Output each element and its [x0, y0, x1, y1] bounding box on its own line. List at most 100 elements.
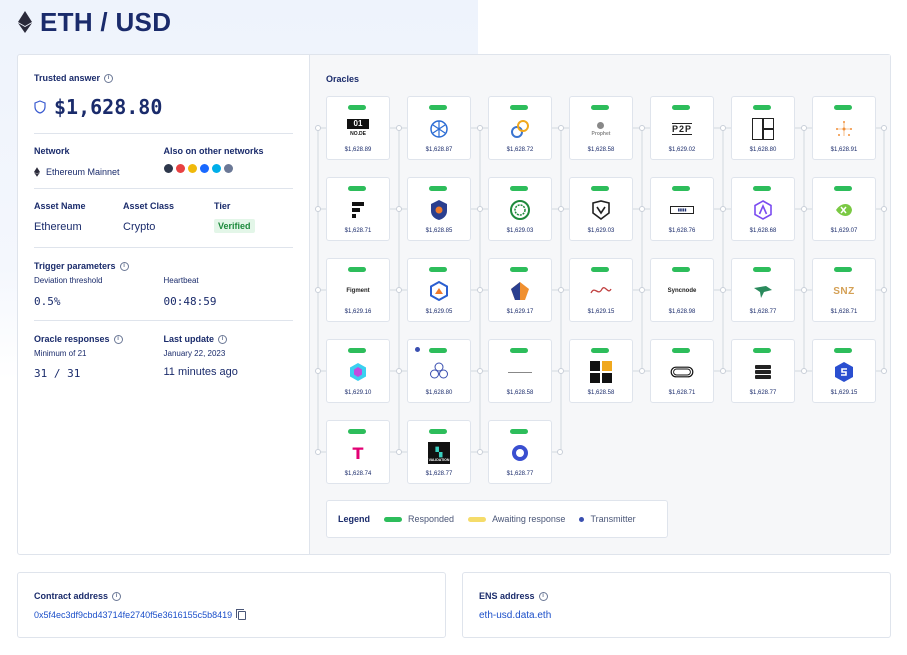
oracle-card[interactable]: $1,629.07 [812, 177, 876, 241]
oracles-panel: Oracles 01 NO.DE $1,628.89 $1,628.87 $1,628.… [310, 55, 890, 554]
trusted-answer-value: $1,628.80 [54, 95, 163, 119]
oracle-card[interactable]: $1,629.15 [812, 339, 876, 403]
legend-awaiting-label: Awaiting response [492, 514, 566, 524]
oracle-card[interactable]: SNZ $1,628.71 [812, 258, 876, 322]
oracle-price: $1,628.85 [425, 228, 453, 234]
status-pill [510, 105, 528, 110]
asset-section: Asset Name Ethereum Asset Class Crypto T… [34, 201, 293, 234]
avalanche-icon[interactable] [175, 164, 185, 173]
oracle-card[interactable]: Syncnode $1,628.98 [650, 258, 714, 322]
oracle-price: $1,628.58 [587, 390, 615, 396]
oracle-card[interactable]: $1,629.03 [569, 177, 633, 241]
responses-section: Oracle responses i Minimum of 21 31 / 31… [34, 334, 293, 380]
oracle-logo [751, 279, 775, 303]
info-icon[interactable]: i [119, 261, 129, 271]
more-icon[interactable] [223, 164, 233, 173]
oracle-card[interactable]: $1,629.10 [326, 339, 390, 403]
oracle-card[interactable]: $1,629.03 [488, 177, 552, 241]
oracle-price: $1,628.76 [668, 228, 696, 234]
status-pill [591, 105, 609, 110]
oracle-logo [832, 117, 856, 141]
divider [34, 320, 293, 321]
oracle-card[interactable]: $1,628.77 [731, 258, 795, 322]
info-icon[interactable]: i [104, 73, 114, 83]
oracle-price: $1,628.89 [344, 147, 372, 153]
oracle-logo [427, 279, 451, 303]
oracle-card[interactable]: Prophet $1,628.58 [569, 96, 633, 160]
status-pill [753, 105, 771, 110]
oracle-responses-value: 31 / 31 [34, 367, 81, 380]
contract-address-label-text: Contract address [34, 591, 109, 601]
oracle-logo [589, 198, 613, 222]
oracle-logo [832, 360, 856, 384]
transmitter-dot [415, 347, 420, 352]
connector-node [315, 206, 321, 212]
oracle-card[interactable]: $1,629.15 [569, 258, 633, 322]
oracle-price: $1,628.71 [344, 228, 372, 234]
contract-address-link[interactable]: 0x5f4ec3df9cbd43714fe2740f5e3616155c5b84… [34, 610, 232, 620]
connector-node [801, 125, 807, 131]
oracle-logo [508, 441, 532, 465]
deviation-value: 0.5% [34, 295, 61, 308]
ens-address-link[interactable]: eth-usd.data.eth [479, 610, 551, 621]
status-pill [510, 267, 528, 272]
oracle-card[interactable]: $1,628.71 [326, 177, 390, 241]
oracle-logo: SNZ [833, 285, 855, 297]
ens-address-row: eth-usd.data.eth [479, 610, 874, 621]
oracle-card[interactable]: 01 NO.DE $1,628.89 [326, 96, 390, 160]
oracle-card[interactable]: $1,628.68 [731, 177, 795, 241]
oracle-price: $1,629.05 [425, 309, 453, 315]
harmony-icon[interactable] [211, 164, 221, 173]
oracle-card[interactable]: Figment $1,629.16 [326, 258, 390, 322]
oracle-card[interactable]: $1,629.17 [488, 258, 552, 322]
oracle-card[interactable]: $1,628.80 [407, 339, 471, 403]
status-pill [834, 105, 852, 110]
info-icon[interactable]: i [218, 334, 228, 344]
oracle-card[interactable]: T $1,628.74 [326, 420, 390, 484]
oracle-card[interactable]: $1,628.71 [650, 339, 714, 403]
info-icon[interactable]: i [113, 334, 123, 344]
bnb-icon[interactable] [187, 164, 197, 173]
arbitrum-icon[interactable] [163, 164, 173, 173]
trigger-section: Trigger parameters i Deviation threshold… [34, 261, 293, 308]
oracle-price: $1,628.80 [749, 147, 777, 153]
oracle-logo [751, 360, 775, 384]
oracle-card[interactable]: $1,628.58 [569, 339, 633, 403]
network-value-row: Ethereum Mainnet [34, 167, 164, 177]
oracle-card[interactable]: $1,628.87 [407, 96, 471, 160]
connector-node [315, 449, 321, 455]
oracle-card[interactable]: $1,628.72 [488, 96, 552, 160]
oracle-card[interactable]: $1,628.85 [407, 177, 471, 241]
oracle-card[interactable]: ▚ VALIDATION $1,628.77 [407, 420, 471, 484]
asset-class-label: Asset Class [123, 201, 175, 211]
fantom-icon[interactable] [199, 164, 209, 173]
oracle-price: $1,628.77 [425, 471, 453, 477]
oracle-logo [751, 117, 775, 141]
oracle-price: $1,628.58 [506, 390, 534, 396]
asset-class-value: Crypto [123, 221, 156, 233]
oracle-card[interactable]: $1,628.77 [731, 339, 795, 403]
contract-address-label: Contract address i [34, 591, 429, 601]
oracle-card[interactable]: P2P $1,629.02 [650, 96, 714, 160]
oracle-card[interactable]: $1,628.80 [731, 96, 795, 160]
copy-icon[interactable] [236, 608, 247, 620]
oracle-price: $1,629.10 [344, 390, 372, 396]
connector-node [720, 206, 726, 212]
ens-address-label-text: ENS address [479, 591, 535, 601]
status-pill [753, 267, 771, 272]
info-icon[interactable]: i [538, 591, 548, 601]
transmitter-dot [579, 516, 585, 522]
oracle-logo: Prophet [589, 117, 613, 141]
oracle-card[interactable]: $1,628.77 [488, 420, 552, 484]
oracle-logo [670, 360, 694, 384]
oracle-card[interactable]: $1,629.05 [407, 258, 471, 322]
info-icon[interactable]: i [112, 591, 122, 601]
oracle-card[interactable]: $1,628.58 [488, 339, 552, 403]
connector-node [801, 206, 807, 212]
oracle-card[interactable]: ▮▮▮▮ $1,628.76 [650, 177, 714, 241]
oracle-card[interactable]: $1,628.91 [812, 96, 876, 160]
oracle-logo [589, 279, 613, 303]
connector-node [881, 125, 887, 131]
legend: Legend Responded Awaiting response Trans… [326, 500, 668, 538]
legend-transmitter-label: Transmitter [590, 514, 636, 524]
